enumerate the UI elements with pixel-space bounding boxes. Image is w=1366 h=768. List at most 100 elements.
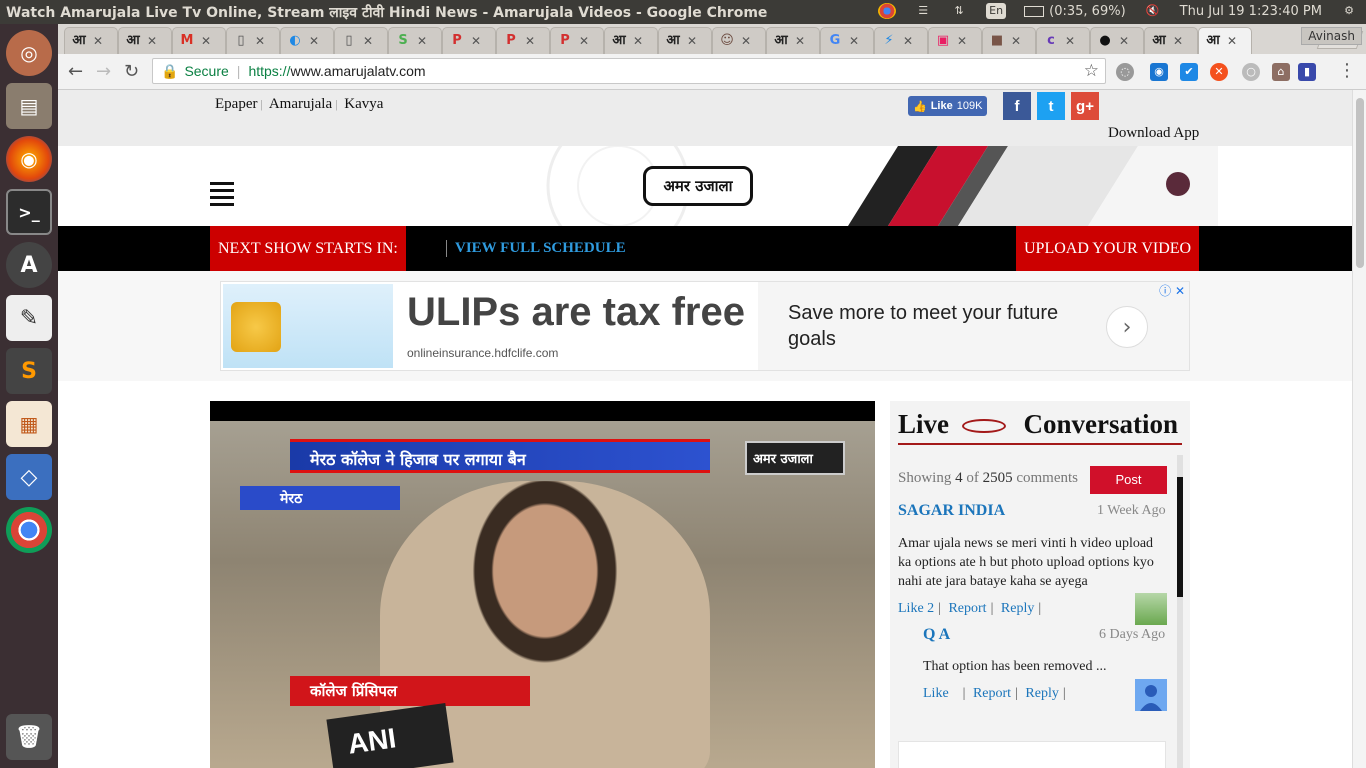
like-link[interactable]: Like	[923, 686, 949, 701]
impress-icon[interactable]: ▦	[6, 401, 52, 447]
software-updater-icon[interactable]: A	[6, 242, 52, 288]
view-full-schedule-link[interactable]: VIEW FULL SCHEDULE	[446, 240, 626, 257]
close-tab-icon[interactable]: ✕	[849, 34, 859, 48]
close-tab-icon[interactable]: ✕	[579, 34, 589, 48]
sublime-icon[interactable]: S	[6, 348, 52, 394]
live-video-player[interactable]: मेरठ कॉलेज ने हिजाब पर लगाया बैन मेरठ अम…	[210, 401, 875, 768]
close-tab-icon[interactable]: ✕	[525, 34, 535, 48]
terminal-icon[interactable]: >_	[6, 189, 52, 235]
post-comment-button[interactable]: Post	[1090, 466, 1167, 494]
report-link[interactable]: Report	[948, 601, 986, 616]
close-tab-icon[interactable]: ✕	[795, 34, 805, 48]
browser-tab[interactable]: ◐ ✕	[280, 27, 334, 54]
volume-muted-icon[interactable]: 🔇	[1144, 3, 1162, 19]
close-tab-icon[interactable]: ✕	[903, 34, 913, 48]
ubuntu-icon[interactable]: ◎	[6, 30, 52, 76]
facebook-like-button[interactable]: 👍 Like 109K	[908, 96, 988, 116]
chrome-icon[interactable]	[6, 507, 52, 553]
close-tab-icon[interactable]: ✕	[633, 34, 643, 48]
epaper-link[interactable]: Epaper	[215, 96, 257, 112]
facebook-share-button[interactable]: f	[1003, 92, 1031, 120]
files-icon[interactable]: ▤	[6, 83, 52, 129]
close-tab-icon[interactable]: ✕	[255, 34, 265, 48]
bookmark-star-icon[interactable]: ☆	[1084, 61, 1099, 81]
browser-tab[interactable]: ▯ ✕	[334, 27, 388, 54]
clock[interactable]: Thu Jul 19 1:23:40 PM	[1180, 4, 1322, 19]
profile-button[interactable]: Avinash	[1301, 27, 1362, 45]
close-tab-icon[interactable]: ✕	[1173, 34, 1183, 48]
ad-cta-panel[interactable]: Save more to meet your future goals › ⓘ …	[758, 282, 1189, 370]
network-icon[interactable]: ⇅	[950, 3, 968, 19]
browser-tab[interactable]: ▣ ✕	[928, 27, 982, 54]
menu-tray-icon[interactable]: ☰	[914, 3, 932, 19]
browser-tab[interactable]: आ ✕	[64, 27, 118, 54]
browser-tab[interactable]: आ ✕	[604, 27, 658, 54]
battery-indicator[interactable]: (0:35, 69%)	[1024, 4, 1126, 19]
browser-tab[interactable]: M ✕	[172, 27, 226, 54]
keyboard-layout-indicator[interactable]: En	[986, 3, 1007, 19]
back-icon[interactable]: ←	[68, 61, 83, 82]
close-tab-icon[interactable]: ✕	[1227, 34, 1237, 48]
page-scrollbar[interactable]	[1352, 90, 1366, 768]
page-scroll-thumb[interactable]	[1356, 98, 1364, 268]
close-tab-icon[interactable]: ✕	[1119, 34, 1129, 48]
forward-icon[interactable]: →	[96, 61, 111, 82]
comment-author[interactable]: SAGAR INDIA	[898, 502, 1005, 520]
browser-tab[interactable]: S ✕	[388, 27, 442, 54]
close-tab-icon[interactable]: ✕	[741, 34, 751, 48]
browser-tab[interactable]: ■ ✕	[982, 27, 1036, 54]
trash-icon[interactable]: 🗑	[6, 714, 52, 760]
browser-tab[interactable]: आ ✕	[1198, 27, 1252, 54]
address-bar[interactable]: 🔒 Secure | https:// www.amarujalatv.com …	[152, 58, 1106, 84]
amarujala-link[interactable]: Amarujala	[269, 96, 332, 112]
ad-headline[interactable]: ULIPs are tax free	[407, 290, 745, 335]
reply-author[interactable]: Q A	[923, 626, 950, 644]
browser-tab[interactable]: P ✕	[496, 27, 550, 54]
ad-choices-icon[interactable]: ⓘ ✕	[1159, 282, 1185, 299]
chevron-right-icon[interactable]: ›	[1106, 306, 1148, 348]
chrome-tray-icon[interactable]	[878, 3, 897, 19]
reload-icon[interactable]: ↻	[124, 61, 139, 82]
report-link[interactable]: Report	[973, 686, 1011, 701]
comments-scroll-thumb[interactable]	[1177, 477, 1183, 597]
twitter-share-button[interactable]: t	[1037, 92, 1065, 120]
close-tab-icon[interactable]: ✕	[93, 34, 103, 48]
comments-scrollbar[interactable]	[1177, 455, 1183, 768]
extension-circle-icon[interactable]: ○	[1242, 63, 1260, 81]
chrome-menu-icon[interactable]: ⋮	[1338, 60, 1356, 81]
close-tab-icon[interactable]: ✕	[147, 34, 157, 48]
close-tab-icon[interactable]: ✕	[363, 34, 373, 48]
reply-link[interactable]: Reply	[1025, 686, 1058, 701]
browser-tab[interactable]: P ✕	[442, 27, 496, 54]
google-plus-share-button[interactable]: g+	[1071, 92, 1099, 120]
close-tab-icon[interactable]: ✕	[1065, 34, 1075, 48]
firefox-icon[interactable]: ◉	[6, 136, 52, 182]
reply-link[interactable]: Reply	[1001, 601, 1034, 616]
close-tab-icon[interactable]: ✕	[471, 34, 481, 48]
browser-tab[interactable]: आ ✕	[118, 27, 172, 54]
close-tab-icon[interactable]: ✕	[957, 34, 967, 48]
ad-banner[interactable]: ULIPs are tax free onlineinsurance.hdfcl…	[220, 281, 1190, 371]
extension-icon[interactable]: ◌	[1116, 63, 1134, 81]
extension-flag-icon[interactable]: ▮	[1298, 63, 1316, 81]
text-editor-icon[interactable]: ✎	[6, 295, 52, 341]
amarujala-logo[interactable]: अमर उजाला	[643, 166, 753, 206]
browser-tab[interactable]: आ ✕	[766, 27, 820, 54]
gear-icon[interactable]: ⚙	[1340, 3, 1358, 19]
close-tab-icon[interactable]: ✕	[201, 34, 211, 48]
extension-off-icon[interactable]: ⌂	[1272, 63, 1290, 81]
extension-orange-icon[interactable]: ✕	[1210, 63, 1228, 81]
extension-on-icon[interactable]: ◉	[1150, 63, 1168, 81]
download-app-link[interactable]: Download App	[1108, 125, 1199, 142]
browser-tab[interactable]: c ✕	[1036, 27, 1090, 54]
extension-check-icon[interactable]: ✔	[1180, 63, 1198, 81]
close-tab-icon[interactable]: ✕	[309, 34, 319, 48]
browser-tab[interactable]: आ ✕	[1144, 27, 1198, 54]
close-tab-icon[interactable]: ✕	[687, 34, 697, 48]
browser-tab[interactable]: आ ✕	[658, 27, 712, 54]
close-tab-icon[interactable]: ✕	[1011, 34, 1021, 48]
browser-tab[interactable]: G ✕	[820, 27, 874, 54]
browser-tab[interactable]: P ✕	[550, 27, 604, 54]
like-link[interactable]: Like 2	[898, 601, 934, 616]
kavya-link[interactable]: Kavya	[344, 96, 383, 112]
